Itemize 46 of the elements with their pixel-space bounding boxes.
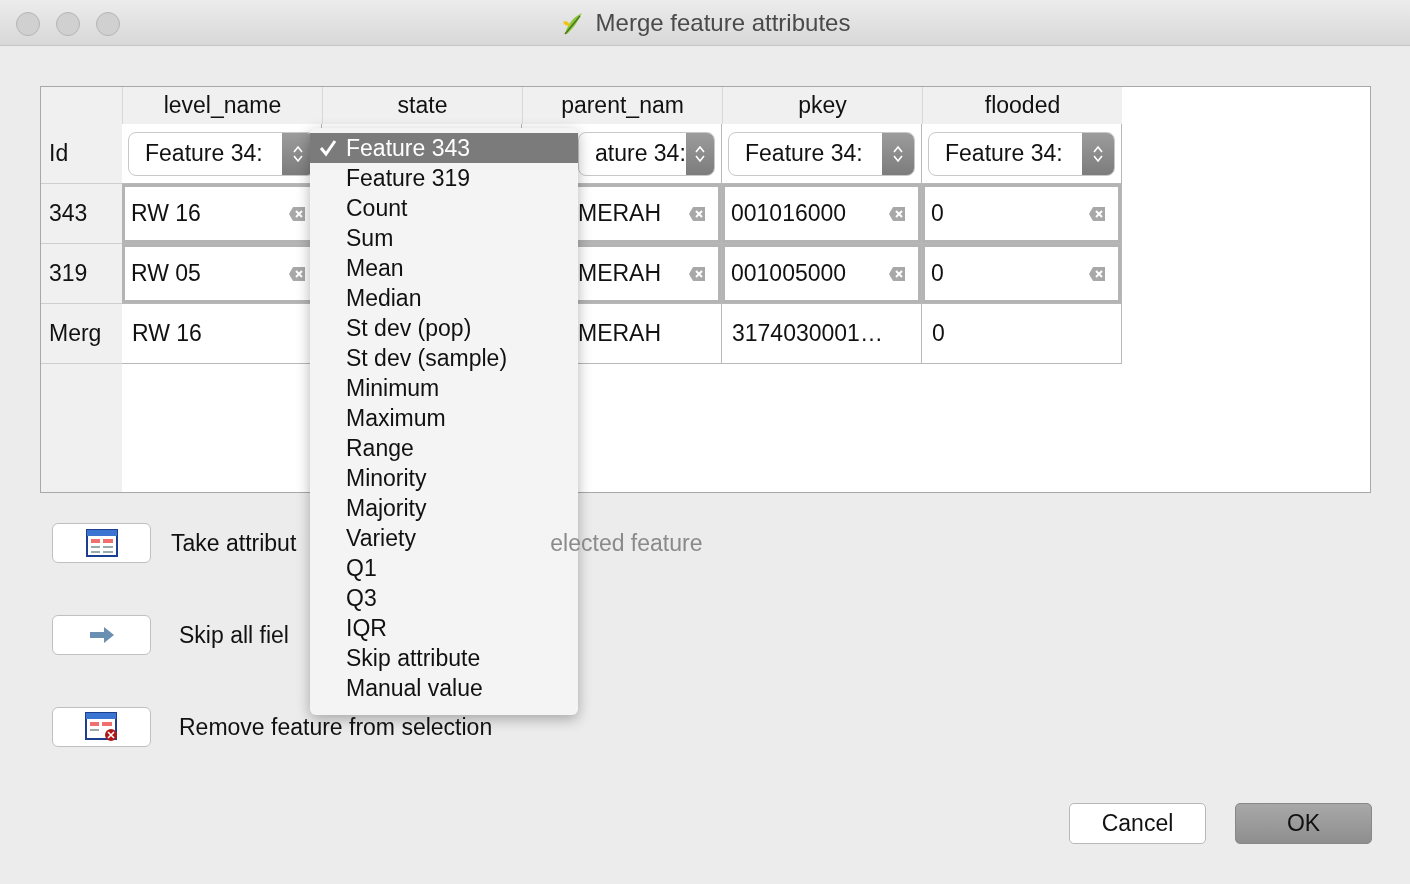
table-remove-icon bbox=[84, 712, 119, 742]
menu-item[interactable]: Manual value bbox=[310, 673, 578, 703]
stepper-icon bbox=[685, 132, 714, 175]
table-icon bbox=[85, 529, 118, 557]
action-label: Remove feature from selection bbox=[179, 713, 493, 741]
cancel-button[interactable]: Cancel bbox=[1069, 803, 1206, 844]
column-header[interactable]: level_name bbox=[122, 87, 322, 124]
arrow-icon bbox=[87, 626, 116, 644]
value-field[interactable]: 0 bbox=[922, 244, 1121, 303]
feature-dropdown[interactable]: Feature 34: bbox=[728, 131, 915, 176]
column-header[interactable]: pkey bbox=[722, 87, 922, 124]
row-header[interactable]: Merg bbox=[41, 304, 122, 364]
zoom-button[interactable] bbox=[96, 12, 120, 36]
check-icon bbox=[318, 138, 338, 158]
minimize-button[interactable] bbox=[56, 12, 80, 36]
feature-dropdown[interactable]: Feature 34: bbox=[928, 131, 1115, 176]
menu-item[interactable]: Q3 bbox=[310, 583, 578, 613]
row-header[interactable]: Id bbox=[41, 124, 122, 184]
value-field[interactable]: 001016000 bbox=[722, 184, 921, 243]
menu-item[interactable]: IQR bbox=[310, 613, 578, 643]
stepper-icon bbox=[882, 132, 914, 175]
value-field[interactable]: 001005000 bbox=[722, 244, 921, 303]
column-header[interactable]: parent_nam bbox=[522, 87, 722, 124]
menu-item[interactable]: Minority bbox=[310, 463, 578, 493]
close-button[interactable] bbox=[16, 12, 40, 36]
menu-item[interactable]: Maximum bbox=[310, 403, 578, 433]
menu-item[interactable]: Feature 343 bbox=[310, 133, 578, 163]
table-cell: 3174030001… bbox=[722, 304, 922, 364]
column-header[interactable]: flooded bbox=[922, 87, 1122, 124]
value-field[interactable]: 0 bbox=[922, 184, 1121, 243]
window-title: Merge feature attributes bbox=[595, 8, 851, 37]
menu-item[interactable]: Range bbox=[310, 433, 578, 463]
action-label: Take attribut bbox=[171, 529, 297, 557]
table-cell: 0 bbox=[922, 304, 1122, 364]
menu-item[interactable]: Majority bbox=[310, 493, 578, 523]
feature-dropdown[interactable]: ature 34: bbox=[578, 131, 715, 176]
stepper-icon bbox=[1082, 132, 1114, 175]
menu-item[interactable]: Skip attribute bbox=[310, 643, 578, 673]
column-header[interactable]: state bbox=[322, 87, 522, 124]
menu-item[interactable]: Minimum bbox=[310, 373, 578, 403]
tool-button[interactable] bbox=[52, 707, 151, 747]
row-header[interactable]: 319 bbox=[41, 244, 122, 304]
tool-button[interactable] bbox=[52, 523, 151, 563]
row-header[interactable]: 343 bbox=[41, 184, 122, 244]
ok-button[interactable]: OK bbox=[1235, 803, 1372, 844]
action-label: Skip all fiel bbox=[179, 621, 289, 649]
